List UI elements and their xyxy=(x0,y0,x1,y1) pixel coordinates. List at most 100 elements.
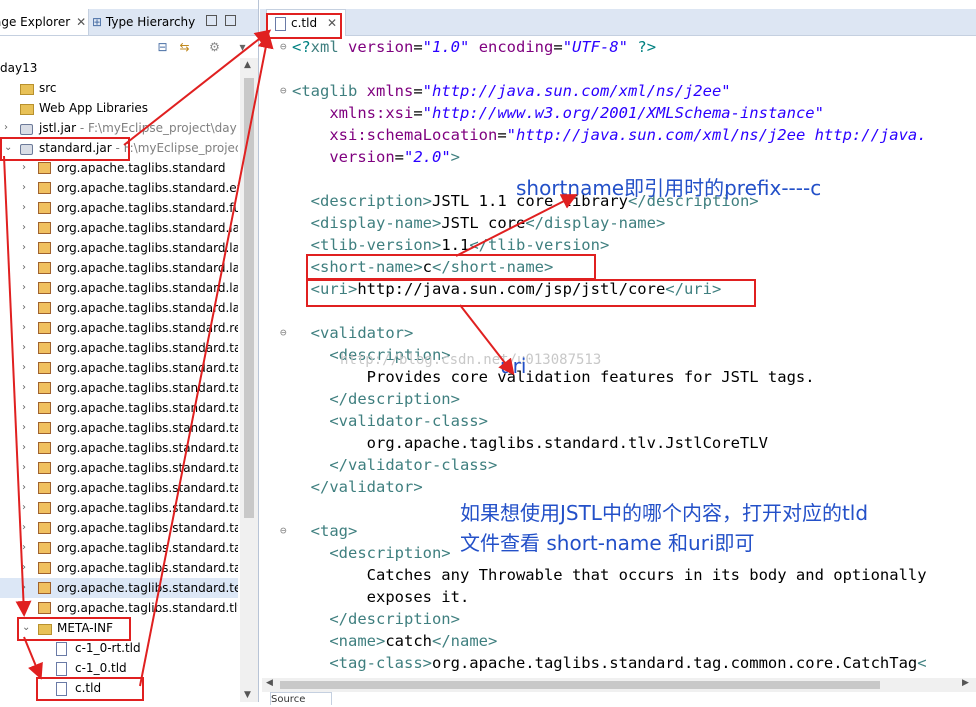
collapsed-chevron-icon[interactable]: › xyxy=(22,278,32,298)
collapsed-chevron-icon[interactable]: › xyxy=(22,398,32,418)
tree-item[interactable]: › org.apache.taglibs.standard.lan xyxy=(0,258,238,278)
scroll-down-icon[interactable]: ▼ xyxy=(244,690,251,700)
collapsed-chevron-icon[interactable]: › xyxy=(22,298,32,318)
tree-item[interactable]: › org.apache.taglibs.standard.tag xyxy=(0,418,238,438)
close-icon[interactable]: ✕ xyxy=(76,9,86,35)
code-token: <tag> xyxy=(310,522,358,540)
tree-item[interactable]: › org.apache.taglibs.standard xyxy=(0,158,238,178)
collapsed-chevron-icon[interactable]: › xyxy=(22,158,32,178)
tree-item[interactable]: › org.apache.taglibs.standard.lan xyxy=(0,218,238,238)
tree-item[interactable]: › org.apache.taglibs.standard.ext xyxy=(0,178,238,198)
collapse-all-icon[interactable]: ⊟ xyxy=(156,41,169,54)
pkg-icon xyxy=(38,522,51,534)
fold-icon[interactable]: ⊖ xyxy=(280,36,287,58)
scrollbar-thumb[interactable] xyxy=(244,78,254,518)
collapsed-chevron-icon[interactable]: › xyxy=(22,498,32,518)
scroll-up-icon[interactable]: ▲ xyxy=(244,60,251,70)
tree-item[interactable]: › org.apache.taglibs.standard.tag xyxy=(0,358,238,378)
collapsed-chevron-icon[interactable]: › xyxy=(22,578,32,598)
tree-item[interactable]: Web App Libraries xyxy=(0,98,238,118)
source-tab[interactable]: Source xyxy=(270,692,332,705)
collapsed-chevron-icon[interactable]: › xyxy=(22,238,32,258)
tree-item[interactable]: › org.apache.taglibs.standard.tlv xyxy=(0,598,238,618)
tree-item[interactable]: › org.apache.taglibs.standard.tag xyxy=(0,558,238,578)
collapsed-chevron-icon[interactable]: › xyxy=(22,478,32,498)
tree-item[interactable]: › org.apache.taglibs.standard.tag xyxy=(0,498,238,518)
tree-item[interactable]: › org.apache.taglibs.standard.tag xyxy=(0,478,238,498)
collapsed-chevron-icon[interactable]: › xyxy=(22,198,32,218)
code-line: <tag-class>org.apache.taglibs.standard.t… xyxy=(292,652,926,674)
collapsed-chevron-icon[interactable]: › xyxy=(22,358,32,378)
collapsed-chevron-icon[interactable]: › xyxy=(22,538,32,558)
collapsed-chevron-icon[interactable]: › xyxy=(22,598,32,618)
maximize-icon[interactable] xyxy=(225,15,236,26)
collapsed-chevron-icon[interactable]: › xyxy=(22,338,32,358)
minimize-icon[interactable] xyxy=(206,15,217,26)
tree-item[interactable]: day13 xyxy=(0,58,238,78)
tree-item[interactable]: c-1_0.tld xyxy=(0,658,238,678)
collapsed-chevron-icon[interactable]: › xyxy=(22,518,32,538)
tab-package-explorer[interactable]: age Explorer ✕ xyxy=(0,9,89,35)
collapsed-chevron-icon[interactable]: › xyxy=(22,258,32,278)
tree-item[interactable]: › org.apache.taglibs.standard.fur xyxy=(0,198,238,218)
scrollbar-thumb[interactable] xyxy=(280,681,880,689)
annotation-uri: uri xyxy=(500,354,527,378)
view-menu-chevron-down-icon[interactable]: ▾ xyxy=(236,41,249,54)
tree-item[interactable]: › org.apache.taglibs.standard.lan xyxy=(0,298,238,318)
pkg-icon xyxy=(38,582,51,594)
code-line: xmlns:xsi="http://www.w3.org/2001/XMLSch… xyxy=(292,102,824,124)
tree-item[interactable]: › org.apache.taglibs.standard.tag xyxy=(0,458,238,478)
pkg-icon xyxy=(38,322,51,334)
filters-icon[interactable]: ⚙ xyxy=(208,41,221,54)
highlight-short-name xyxy=(306,254,596,280)
code-token: exposes it. xyxy=(292,588,470,606)
view-controls xyxy=(206,15,246,29)
code-token: <validator> xyxy=(310,324,414,342)
code-line: </description> xyxy=(292,608,460,630)
collapsed-chevron-icon[interactable]: › xyxy=(22,558,32,578)
collapsed-chevron-icon[interactable]: › xyxy=(22,378,32,398)
scroll-left-icon[interactable]: ◀ xyxy=(266,678,273,688)
tree-item-label: day13 xyxy=(0,61,38,75)
tree-scrollbar[interactable]: ▲ ▼ xyxy=(240,58,258,702)
annotation-tld-line1: 如果想使用JSTL中的哪个内容，打开对应的tld xyxy=(460,501,869,525)
collapsed-chevron-icon[interactable]: › xyxy=(4,118,14,138)
collapsed-chevron-icon[interactable]: › xyxy=(22,458,32,478)
tree-item[interactable]: › org.apache.taglibs.standard.lan xyxy=(0,238,238,258)
highlight-c-tld xyxy=(36,677,144,701)
tree-item[interactable]: › org.apache.taglibs.standard.tag xyxy=(0,518,238,538)
tree-item[interactable]: › org.apache.taglibs.standard.tag xyxy=(0,378,238,398)
tree-item[interactable]: src xyxy=(0,78,238,98)
fold-icon[interactable]: ⊖ xyxy=(280,520,287,542)
tree-item[interactable]: c-1_0-rt.tld xyxy=(0,638,238,658)
collapsed-chevron-icon[interactable]: › xyxy=(22,418,32,438)
tree-item-label: org.apache.taglibs.standard xyxy=(57,161,226,175)
link-editor-icon[interactable]: ⇆ xyxy=(178,41,191,54)
code-token: = xyxy=(497,126,507,144)
fold-icon[interactable]: ⊖ xyxy=(280,80,287,102)
scroll-right-icon[interactable]: ▶ xyxy=(962,678,969,688)
fold-icon[interactable]: ⊖ xyxy=(280,322,287,344)
tree-item[interactable]: › org.apache.taglibs.standard.lan xyxy=(0,278,238,298)
code-token: "UTF-8" xyxy=(562,38,629,56)
collapsed-chevron-icon[interactable]: › xyxy=(22,178,32,198)
tree-item[interactable]: › org.apache.taglibs.standard.tag xyxy=(0,338,238,358)
collapsed-chevron-icon[interactable]: › xyxy=(22,318,32,338)
editor-horizontal-scrollbar[interactable]: ◀ ▶ xyxy=(262,678,976,692)
tree-item[interactable]: › jstl.jar - F:\myEclipse_project\day13 xyxy=(0,118,238,138)
collapsed-chevron-icon[interactable]: › xyxy=(22,218,32,238)
code-token: org.apache.taglibs.standard.tlv.JstlCore… xyxy=(292,434,768,452)
tree-item[interactable]: › org.apache.taglibs.standard.res xyxy=(0,318,238,338)
tree-item[interactable]: › org.apache.taglibs.standard.tag xyxy=(0,438,238,458)
tree-item[interactable]: › org.apache.taglibs.standard.tag xyxy=(0,538,238,558)
tree-item[interactable]: › org.apache.taglibs.standard.tei xyxy=(0,578,238,598)
tree-item[interactable]: › org.apache.taglibs.standard.tag xyxy=(0,398,238,418)
collapsed-chevron-icon[interactable]: › xyxy=(22,438,32,458)
code-token: xmlns xyxy=(366,82,414,100)
